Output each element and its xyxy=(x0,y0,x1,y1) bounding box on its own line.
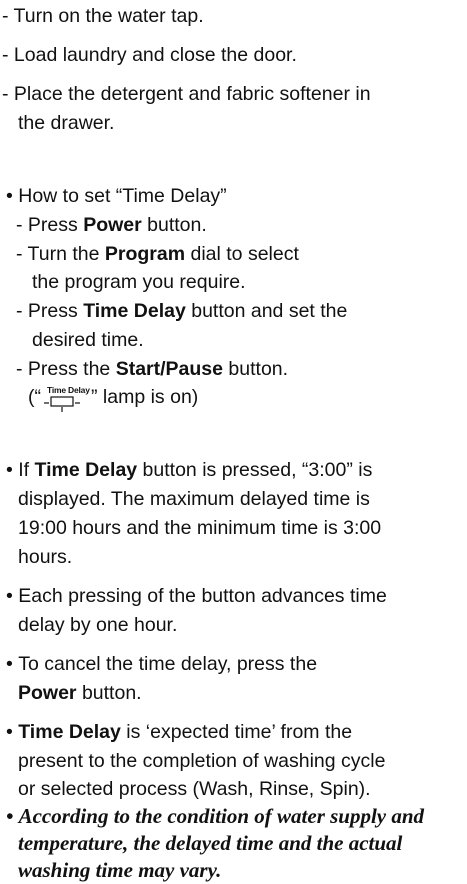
text: button is pressed, “3:00” is xyxy=(137,459,373,481)
bold-text: Power xyxy=(18,682,77,704)
text: present to the completion of washing cyc… xyxy=(18,750,386,772)
note-line: present to the completion of washing cyc… xyxy=(18,747,385,775)
howto-step-time-delay: - Press Time Delay button and set the xyxy=(16,297,347,325)
step-text: - Place the detergent and fabric softene… xyxy=(2,83,371,105)
text: To cancel the time delay, press the xyxy=(18,653,318,675)
howto-step-start-pause: - Press the Start/Pause button. xyxy=(16,355,288,383)
bullet: • xyxy=(6,721,13,743)
text: temperature, the delayed time and the ac… xyxy=(18,831,403,855)
text: Each pressing of the button advances tim… xyxy=(18,585,387,607)
text: If xyxy=(18,459,35,481)
note-line: delay by one hour. xyxy=(18,611,177,639)
text: dial to select xyxy=(185,243,299,265)
text: - Press the xyxy=(16,358,116,380)
text: desired time. xyxy=(32,329,144,351)
step-text: - Load laundry and close the door. xyxy=(2,44,297,66)
text: 19:00 hours and the minimum time is 3:00 xyxy=(18,517,382,539)
note-cancel: • To cancel the time delay, press the xyxy=(6,650,317,678)
text: button. xyxy=(141,214,207,236)
note-line: Power button. xyxy=(18,679,142,707)
howto-lamp-note: (“ Time Delay” lamp is on) xyxy=(28,383,199,412)
bold-text: Time Delay xyxy=(18,721,121,743)
note-line: displayed. The maximum delayed time is xyxy=(18,485,370,513)
text: button and set the xyxy=(185,300,348,322)
lamp-label: Time Delay xyxy=(47,385,90,395)
warning-note-line: washing time may vary. xyxy=(18,856,221,884)
step-place-detergent-cont: the drawer. xyxy=(18,109,114,137)
bullet: • xyxy=(6,585,13,607)
note-expected-time: • Time Delay is ‘expected time’ from the xyxy=(6,718,352,746)
lamp-glow-icon xyxy=(44,396,80,412)
howto-step-program: - Turn the Program dial to select xyxy=(16,240,299,268)
step-place-detergent: - Place the detergent and fabric softene… xyxy=(2,80,371,108)
text: (“ xyxy=(28,386,41,408)
text: displayed. The maximum delayed time is xyxy=(18,488,370,510)
text: - Press xyxy=(16,300,84,322)
bullet: • xyxy=(6,459,13,481)
step-turn-on-tap: - Turn on the water tap. xyxy=(2,2,204,30)
bold-text: Program xyxy=(104,243,186,265)
text: According to the condition of water supp… xyxy=(18,804,425,828)
howto-step-program-cont: the program you require. xyxy=(32,268,246,296)
text: the program you require. xyxy=(32,271,246,293)
text: button. xyxy=(76,682,142,704)
bullet: • xyxy=(6,804,14,828)
text: button. xyxy=(223,358,289,380)
warning-note: • According to the condition of water su… xyxy=(6,802,424,830)
howto-step-time-delay-cont: desired time. xyxy=(32,326,144,354)
text: is ‘expected time’ from the xyxy=(120,721,353,743)
step-text: the drawer. xyxy=(18,112,115,134)
howto-step-power: - Press Power button. xyxy=(16,211,207,239)
warning-note-line: temperature, the delayed time and the ac… xyxy=(18,829,402,857)
step-load-laundry: - Load laundry and close the door. xyxy=(2,41,297,69)
note-time-delay-pressed: • If Time Delay button is pressed, “3:00… xyxy=(6,456,372,484)
note-line: or selected process (Wash, Rinse, Spin). xyxy=(18,775,371,803)
howto-heading-text: How to set “Time Delay” xyxy=(18,185,227,207)
note-line: hours. xyxy=(18,543,72,571)
text: - Press xyxy=(16,214,84,236)
text: washing time may vary. xyxy=(18,858,222,882)
bullet: • xyxy=(6,653,13,675)
note-line: 19:00 hours and the minimum time is 3:00 xyxy=(18,514,381,542)
text: - Turn the xyxy=(16,243,105,265)
text: or selected process (Wash, Rinse, Spin). xyxy=(18,778,371,800)
howto-heading: • How to set “Time Delay” xyxy=(6,182,227,210)
bold-text: Time Delay xyxy=(83,300,186,322)
bold-text: Power xyxy=(83,214,142,236)
text: delay by one hour. xyxy=(18,614,178,636)
bold-text: Time Delay xyxy=(34,459,138,481)
time-delay-lamp-icon: Time Delay xyxy=(41,383,91,412)
bullet: • xyxy=(6,185,13,207)
note-each-pressing: • Each pressing of the button advances t… xyxy=(6,582,387,610)
text: hours. xyxy=(18,546,73,568)
bold-text: Start/Pause xyxy=(115,358,224,380)
step-text: - Turn on the water tap. xyxy=(2,5,204,27)
instruction-page: - Turn on the water tap. - Load laundry … xyxy=(0,0,467,883)
text: ” lamp is on) xyxy=(91,386,199,408)
